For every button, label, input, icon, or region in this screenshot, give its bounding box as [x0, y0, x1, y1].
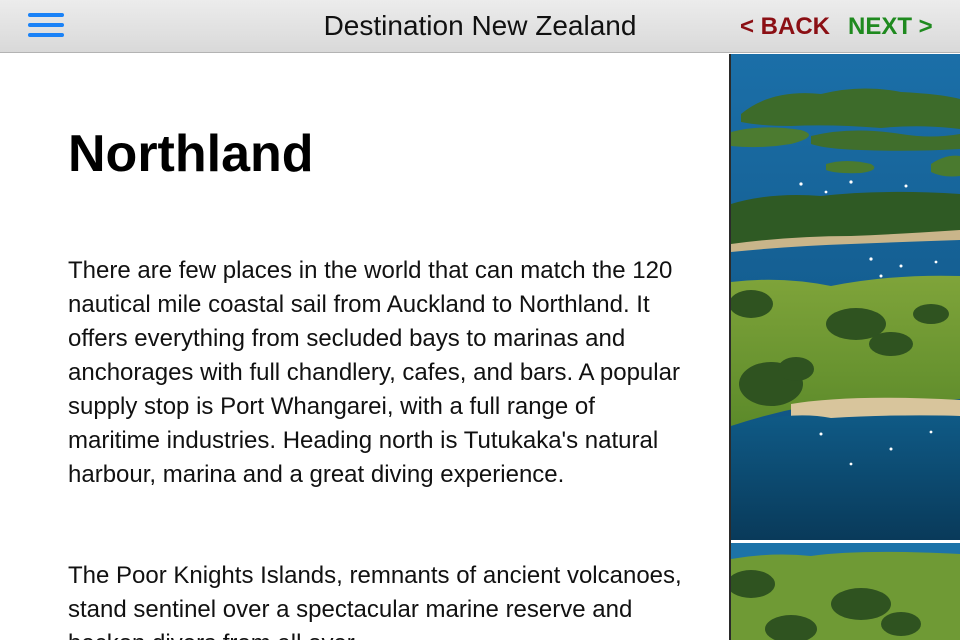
next-button[interactable]: NEXT > [848, 11, 933, 43]
bay-water [731, 415, 960, 540]
aerial-bay-of-islands-photo[interactable] [731, 54, 960, 540]
aerial-green-hills-bay-photo[interactable] [731, 543, 960, 640]
back-button[interactable]: < BACK [740, 11, 830, 43]
menu-bar-line [28, 23, 64, 27]
article-content: Northland There are few places in the wo… [0, 54, 729, 640]
article-paragraph: The Poor Knights Islands, remnants of an… [68, 562, 682, 640]
menu-bar-line [28, 13, 64, 17]
menu-bar-line [28, 33, 64, 37]
app-screen: Destination New Zealand < BACK NEXT > No… [0, 0, 960, 640]
article-paragraph: There are few places in the world that c… [68, 257, 680, 488]
app-title: Destination New Zealand [323, 10, 637, 41]
photo-strip-graphic [731, 54, 960, 640]
photo-strip[interactable] [729, 54, 960, 640]
hamburger-menu-icon[interactable] [24, 10, 68, 42]
top-navigation-bar: Destination New Zealand < BACK NEXT > [0, 0, 960, 53]
page-title: Northland [68, 125, 314, 183]
photo-divider [731, 540, 960, 543]
